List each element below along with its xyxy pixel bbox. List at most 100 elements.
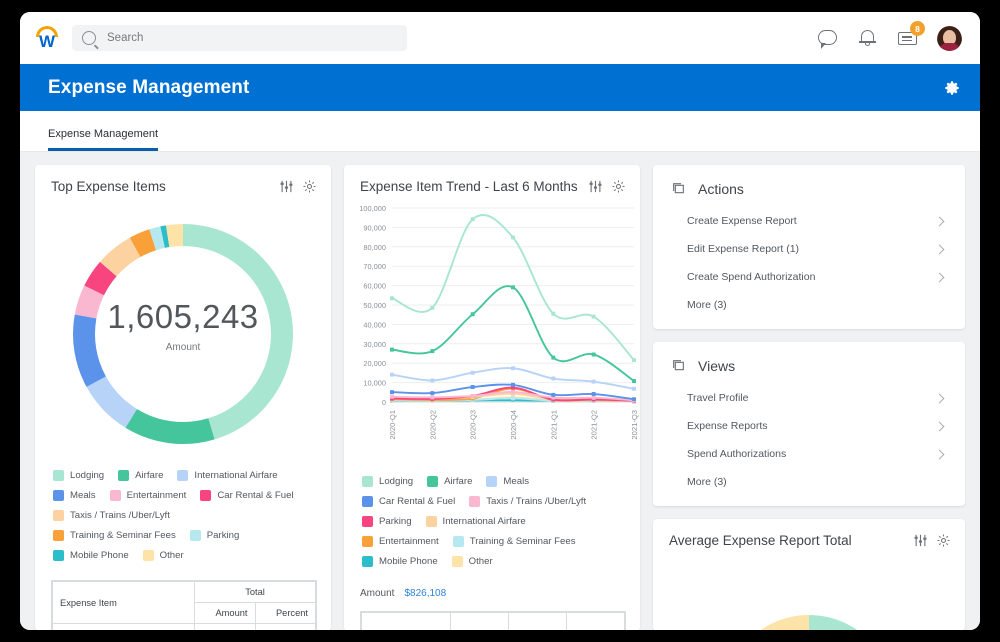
data-point[interactable] (430, 391, 434, 395)
data-point[interactable] (471, 394, 475, 398)
data-point[interactable] (471, 217, 475, 221)
data-point[interactable] (632, 397, 636, 401)
legend-item[interactable]: Mobile Phone (362, 556, 438, 567)
copy-icon (671, 358, 687, 374)
data-point[interactable] (430, 395, 434, 399)
data-point[interactable] (592, 315, 596, 319)
list-item[interactable]: Expense Reports (671, 412, 947, 440)
legend-swatch (53, 470, 64, 481)
legend-item[interactable]: Entertainment (362, 536, 439, 547)
legend-item[interactable]: Parking (190, 530, 240, 541)
workday-logo[interactable]: W (32, 23, 62, 53)
data-point[interactable] (592, 396, 596, 400)
logo-letter: W (32, 33, 62, 51)
trend-amount-value[interactable]: $826,108 (404, 588, 446, 599)
legend-item[interactable]: Other (452, 556, 493, 567)
list-item[interactable]: Create Spend Authorization (671, 263, 947, 291)
chevron-right-icon (935, 244, 945, 254)
bell-icon[interactable] (857, 27, 879, 49)
donut-segment-0[interactable] (183, 224, 293, 439)
data-point[interactable] (632, 387, 636, 391)
legend-item[interactable]: Mobile Phone (53, 550, 129, 561)
avg-donut-svg (653, 548, 965, 630)
data-point[interactable] (390, 296, 394, 300)
list-item-label: Create Expense Report (687, 215, 797, 227)
list-item[interactable]: More (3) (671, 468, 947, 496)
legend-item[interactable]: Lodging (362, 476, 413, 487)
data-point[interactable] (551, 393, 555, 397)
sliders-icon[interactable] (279, 179, 294, 194)
top-icon-group: 8 (817, 26, 966, 51)
data-point[interactable] (390, 395, 394, 399)
data-point[interactable] (632, 358, 636, 362)
legend-item[interactable]: Training & Seminar Fees (453, 536, 576, 547)
gear-icon[interactable] (302, 179, 317, 194)
legend-item[interactable]: International Airfare (426, 516, 526, 527)
data-point[interactable] (551, 377, 555, 381)
list-item[interactable]: Edit Expense Report (1) (671, 235, 947, 263)
data-point[interactable] (471, 385, 475, 389)
legend-item[interactable]: Meals (53, 490, 96, 501)
donut-segment-3[interactable] (73, 315, 106, 387)
x-tick-label: 2021-Q2 (590, 410, 599, 440)
gear-icon[interactable] (611, 179, 626, 194)
list-item[interactable]: Spend Authorizations (671, 440, 947, 468)
avatar[interactable] (937, 26, 962, 51)
list-item[interactable]: More (3) (671, 291, 947, 319)
donut-segment-2[interactable] (87, 376, 137, 427)
inbox-icon[interactable]: 8 (897, 27, 919, 49)
data-point[interactable] (551, 356, 555, 360)
legend-item[interactable]: Lodging (53, 470, 104, 481)
legend-item[interactable]: Airfare (118, 470, 163, 481)
legend-item[interactable]: Parking (362, 516, 412, 527)
legend-item[interactable]: Car Rental & Fuel (362, 496, 455, 507)
data-point[interactable] (471, 312, 475, 316)
legend-item[interactable]: Car Rental & Fuel (200, 490, 293, 501)
data-point[interactable] (511, 396, 515, 400)
data-point[interactable] (471, 371, 475, 375)
gear-icon[interactable] (936, 533, 951, 548)
cell-blank (53, 624, 195, 631)
search-input[interactable] (105, 31, 359, 45)
tab-expense-management[interactable]: Expense Management (48, 128, 158, 151)
table-row (362, 613, 625, 631)
chat-icon[interactable] (817, 27, 839, 49)
search-box[interactable] (72, 25, 407, 51)
avg-donut-segment-4[interactable] (737, 615, 809, 630)
chevron-right-icon (935, 421, 945, 431)
data-point[interactable] (390, 348, 394, 352)
donut-segment-1[interactable] (125, 409, 214, 444)
list-item[interactable]: Create Expense Report (671, 207, 947, 235)
legend-item[interactable]: Training & Seminar Fees (53, 530, 176, 541)
sliders-icon[interactable] (913, 533, 928, 548)
data-point[interactable] (511, 383, 515, 387)
data-point[interactable] (592, 380, 596, 384)
legend-item[interactable]: Taxis / Trains /Uber/Lyft (469, 496, 586, 507)
sliders-icon[interactable] (588, 179, 603, 194)
data-point[interactable] (592, 392, 596, 396)
legend-item[interactable]: Entertainment (110, 490, 187, 501)
data-point[interactable] (511, 390, 515, 394)
avg-donut-segment-0[interactable] (809, 615, 894, 630)
legend-item[interactable]: Meals (486, 476, 529, 487)
data-point[interactable] (430, 306, 434, 310)
legend-item[interactable]: Other (143, 550, 184, 561)
banner-gear-icon[interactable] (942, 78, 962, 98)
data-point[interactable] (592, 352, 596, 356)
data-point[interactable] (511, 235, 515, 239)
data-point[interactable] (430, 349, 434, 353)
legend-item[interactable]: International Airfare (177, 470, 277, 481)
legend-item[interactable]: Taxis / Trains /Uber/Lyft (53, 510, 170, 521)
data-point[interactable] (511, 366, 515, 370)
data-point[interactable] (551, 312, 555, 316)
data-point[interactable] (390, 390, 394, 394)
data-point[interactable] (632, 379, 636, 383)
legend-item[interactable]: Airfare (427, 476, 472, 487)
data-point[interactable] (390, 373, 394, 377)
data-point[interactable] (430, 378, 434, 382)
list-item[interactable]: Travel Profile (671, 384, 947, 412)
right-column: Actions Create Expense ReportEdit Expens… (653, 165, 965, 630)
bell-clapper-shape (865, 43, 870, 46)
legend-expense-trend: Lodging Airfare Meals Car Rental & Fuel Taxi… (344, 472, 640, 582)
data-point[interactable] (511, 285, 515, 289)
